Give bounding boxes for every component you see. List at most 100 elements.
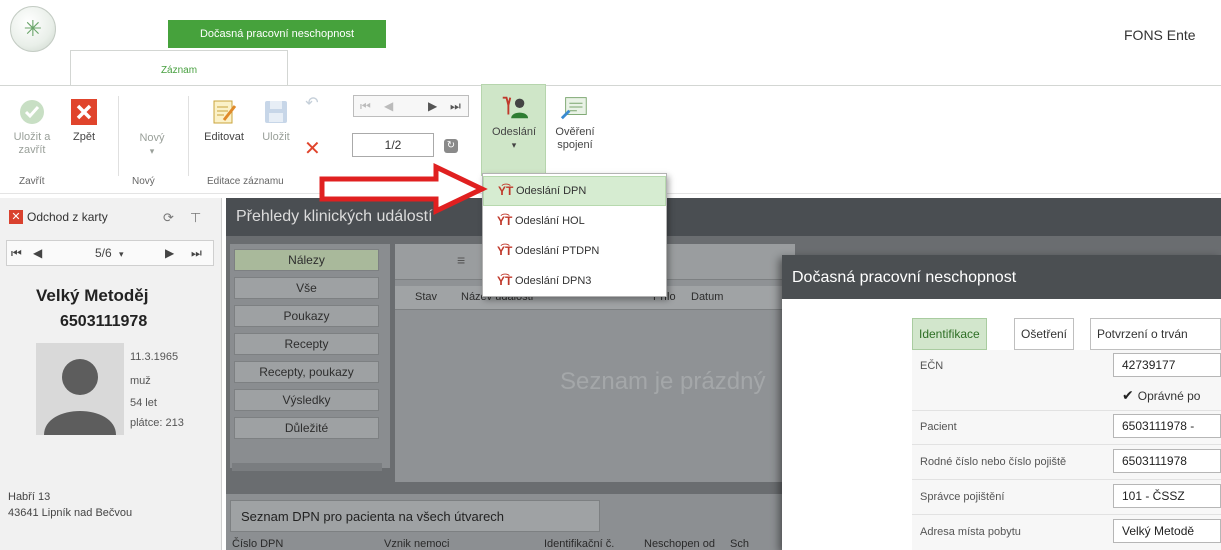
send-dropdown-menu: Y͡T Odeslání DPN Y͡T Odeslání HOL Y͡T Od… [482, 173, 667, 297]
group-label-close: Zavřít [19, 176, 45, 187]
save-button[interactable]: Uložit [256, 97, 296, 144]
app-logo-icon[interactable]: ✳ [10, 6, 56, 52]
patient-payer: plátce: 213 [130, 417, 184, 429]
record-navigator: ⏮ ◀ ▶ ⏭ [353, 95, 469, 117]
save-close-button[interactable]: Uložit a zavřít [10, 97, 54, 157]
insurer-field[interactable]: 101 - ČSSZ [1113, 484, 1221, 508]
tab-zaznam[interactable]: Záznam [70, 50, 288, 86]
tab-dpn-list[interactable]: Seznam DPN pro pacienta na všech útvarec… [230, 500, 600, 532]
send-doc-icon: Y͡T [497, 214, 513, 228]
separator [118, 96, 119, 176]
edit-note-icon [209, 97, 239, 127]
column-header[interactable]: Neschopen od [644, 538, 715, 550]
valid-checkbox[interactable]: ✔ Oprávné po [1122, 387, 1200, 404]
first-record-icon[interactable]: ⏮ [360, 99, 371, 114]
ecn-field[interactable]: 42739177 [1113, 353, 1221, 377]
filter-nalezy[interactable]: Nálezy [234, 249, 379, 271]
leave-card-button[interactable]: ✕ Odchod z karty [9, 210, 108, 224]
avatar [36, 343, 124, 435]
context-tab: Dočasná pracovní neschopnost [168, 20, 386, 48]
prev-record-icon[interactable]: ◀ [33, 246, 42, 260]
row-divider [912, 514, 1221, 515]
chevron-down-icon: ▾ [149, 146, 155, 156]
patient-name: Velký Metoděj [36, 286, 149, 305]
group-label-edit: Editace záznamu [207, 176, 284, 187]
refresh-icon[interactable]: ⟳ [163, 210, 174, 226]
group-label-new: Nový [132, 176, 155, 187]
page-input[interactable]: 1/2 [352, 133, 434, 157]
delete-icon[interactable]: ✕ [304, 136, 321, 161]
column-header[interactable]: Datum [691, 291, 723, 303]
menu-icon[interactable]: ≡ [457, 252, 465, 268]
tab-identifikace[interactable]: Identifikace [912, 318, 987, 350]
edit-label: Editovat [204, 131, 244, 143]
chevron-down-icon: ▾ [511, 140, 517, 150]
column-header[interactable]: Sch [730, 538, 749, 550]
back-button[interactable]: Zpět [62, 97, 106, 144]
row-divider [912, 479, 1221, 480]
column-header[interactable]: Číslo DPN [232, 538, 283, 550]
field-label-address: Adresa místa pobytu [920, 526, 1021, 538]
menu-item-label: Odeslání DPN3 [515, 275, 592, 287]
tab-osetreni[interactable]: Ošetření [1014, 318, 1075, 350]
filter-vse[interactable]: Vše [234, 277, 379, 299]
dialog-title: Dočasná pracovní neschopnost [782, 255, 1221, 299]
patient-city: 43641 Lipník nad Bečvou [8, 507, 133, 519]
menu-item-send-ptdpn[interactable]: Y͡T Odeslání PTDPN [483, 236, 666, 266]
patient-street: Habří 13 [8, 491, 51, 503]
check-icon [17, 97, 47, 127]
patient-id: 6503111978 [60, 313, 148, 330]
save-close-label: Uložit a zavřít [13, 131, 51, 156]
verify-label: Ověření spojení [555, 126, 595, 151]
menu-item-send-hol[interactable]: Y͡T Odeslání HOL [483, 206, 666, 236]
send-doc-icon: Y͡T [498, 184, 514, 198]
first-record-icon[interactable]: ⏮ [11, 246, 22, 261]
refresh-icon[interactable]: ↻ [444, 139, 458, 153]
last-record-icon[interactable]: ⏭ [450, 99, 461, 114]
rodne-cislo-field[interactable]: 6503111978 [1113, 449, 1221, 473]
undo-button[interactable]: ↶ [300, 96, 324, 112]
send-button[interactable]: Odeslání ▾ [484, 92, 544, 152]
check-icon: ✔ [1122, 387, 1134, 403]
send-person-icon [499, 92, 529, 122]
patient-field[interactable]: 6503111978 - [1113, 414, 1221, 438]
menu-item-label: Odeslání HOL [515, 215, 585, 227]
new-label: Nový [139, 132, 165, 144]
send-doc-icon: Y͡T [497, 244, 513, 258]
filter-vysledky[interactable]: Výsledky [234, 389, 379, 411]
menu-item-send-dpn3[interactable]: Y͡T Odeslání DPN3 [483, 266, 666, 296]
filter-recepty[interactable]: Recepty [234, 333, 379, 355]
horizontal-scrollbar[interactable] [232, 463, 382, 471]
column-header[interactable]: Stav [415, 291, 437, 303]
send-label: Odeslání [491, 126, 537, 138]
row-divider [912, 444, 1221, 445]
next-record-icon[interactable]: ▶ [428, 99, 437, 113]
record-position[interactable]: 5/6 [95, 246, 112, 260]
back-label: Zpět [72, 131, 95, 143]
column-header[interactable]: Vznik nemoci [384, 538, 449, 550]
pin-icon[interactable]: ⊤ [190, 210, 201, 226]
row-divider [912, 410, 1221, 411]
column-header[interactable]: Identifikační č. [544, 538, 614, 550]
patient-record-navigator: ⏮ ◀ 5/6 ▾ ▶ ⏭ [6, 240, 214, 266]
next-record-icon[interactable]: ▶ [165, 246, 174, 260]
tab-potvrzeni[interactable]: Potvrzení o trván [1090, 318, 1221, 350]
address-field[interactable]: Velký Metodě [1113, 519, 1221, 543]
send-doc-icon: Y͡T [497, 274, 513, 288]
verify-connection-button[interactable]: Ověření spojení [548, 92, 602, 152]
patient-birth-date: 11.3.1965 [130, 351, 179, 363]
menu-item-label: Odeslání DPN [516, 185, 587, 197]
verify-connection-icon [560, 92, 590, 122]
filter-recepty-poukazy[interactable]: Recepty, poukazy [234, 361, 379, 383]
menu-item-send-dpn[interactable]: Y͡T Odeslání DPN [483, 176, 666, 206]
edit-button[interactable]: Editovat [195, 97, 253, 144]
patient-sex: muž [130, 375, 151, 387]
empty-list-message: Seznam je prázdný [560, 368, 766, 395]
prev-record-icon[interactable]: ◀ [384, 99, 393, 113]
filter-poukazy[interactable]: Poukazy [234, 305, 379, 327]
new-button[interactable]: Nový ▾ [130, 132, 174, 158]
filter-dulezite[interactable]: Důležité [234, 417, 379, 439]
save-label: Uložit [262, 131, 290, 143]
red-arrow-annotation [319, 163, 488, 215]
last-record-icon[interactable]: ⏭ [191, 246, 202, 261]
